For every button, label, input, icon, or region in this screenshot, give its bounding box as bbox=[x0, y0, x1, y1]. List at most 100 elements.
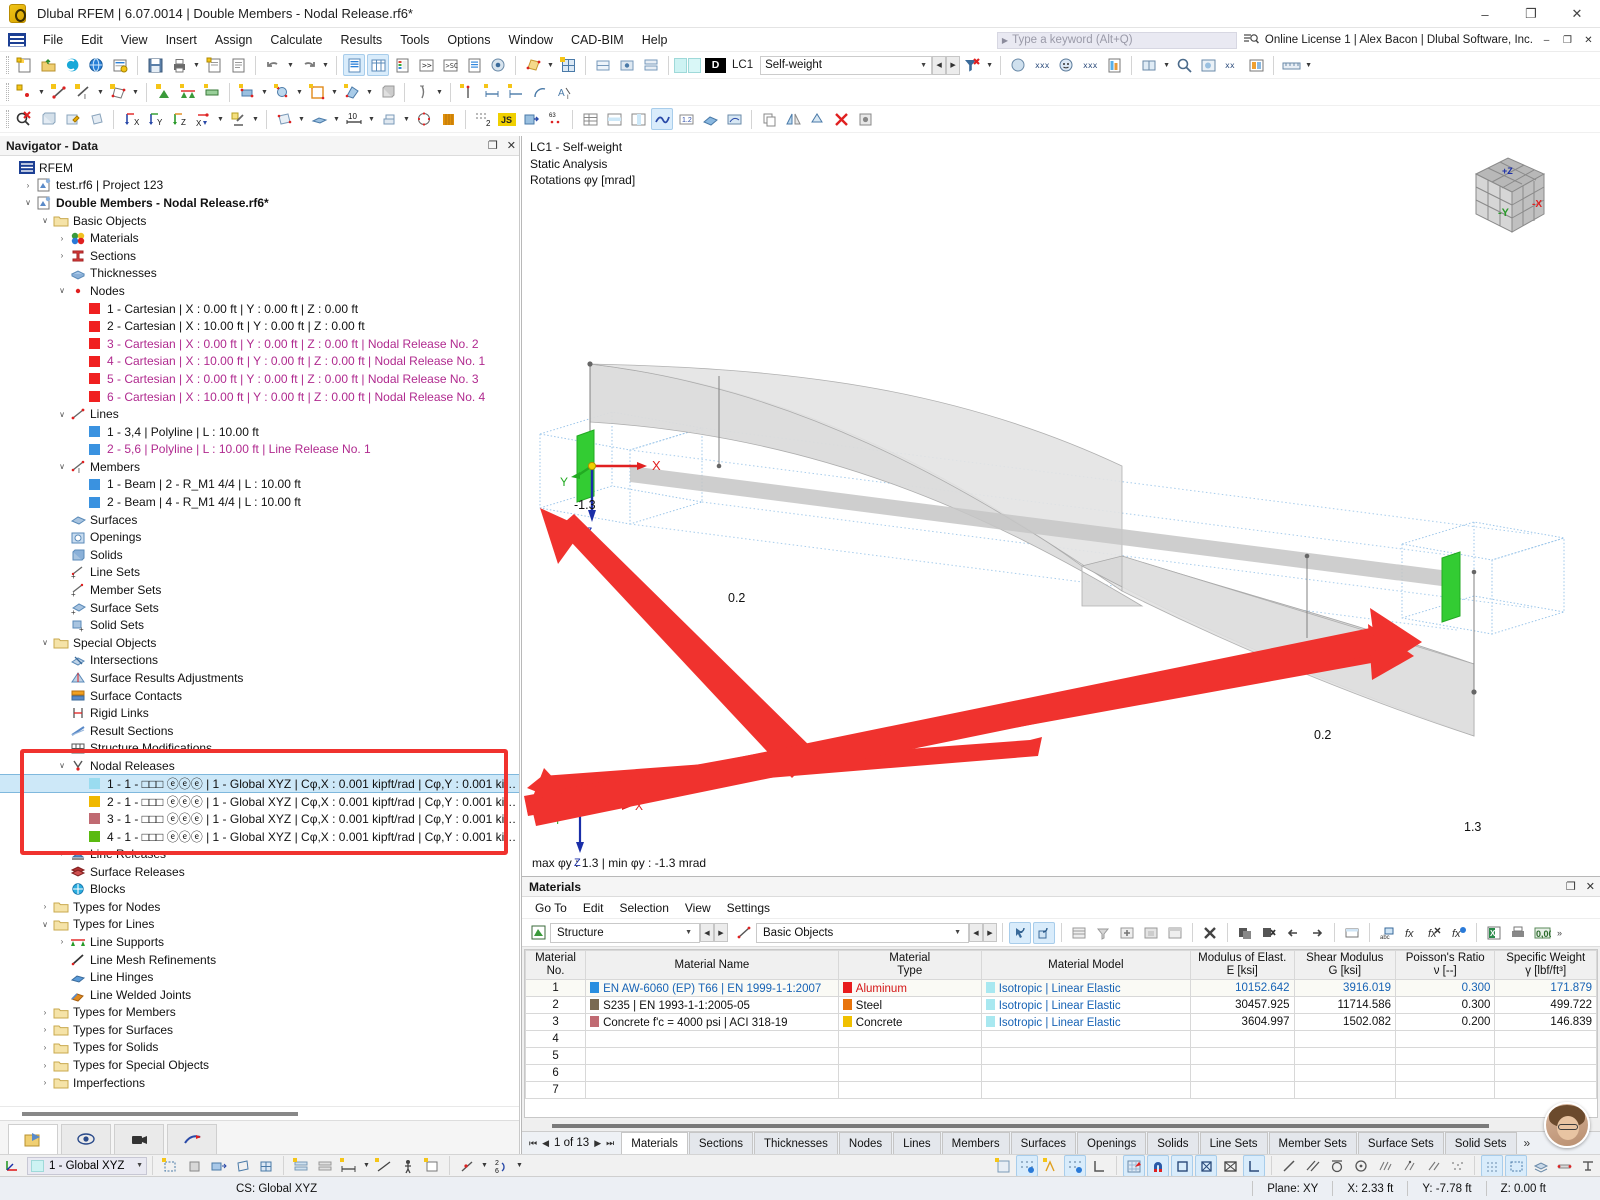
chevron-down-icon[interactable]: ▼ bbox=[191, 54, 202, 76]
snap-dropdown-icon[interactable]: ▼ bbox=[479, 1155, 490, 1177]
solid-object-icon[interactable] bbox=[376, 81, 398, 103]
cell-material-model[interactable]: Isotropic | Linear Elastic bbox=[980, 1013, 1191, 1031]
grid-display-icon[interactable] bbox=[1016, 1154, 1038, 1177]
cell-material-name[interactable]: Concrete f'c = 4000 psi | ACI 318-19 bbox=[585, 1013, 839, 1031]
workplane-grid-icon[interactable] bbox=[255, 1155, 277, 1177]
tree-item[interactable]: · 2 - 1 - □□□ ⓔⓔⓔ | 1 - Global XYZ | Cφ,X… bbox=[0, 792, 519, 810]
user-avatar[interactable] bbox=[1544, 1102, 1590, 1148]
table-panel-float-button[interactable]: ❐ bbox=[1566, 880, 1576, 893]
cell-modulus-elast[interactable]: 30457.925 bbox=[1189, 996, 1295, 1014]
structure-combo[interactable]: Structure ▼ bbox=[550, 922, 700, 943]
rectangle-snap-icon[interactable] bbox=[1171, 1154, 1193, 1177]
cell-shear-modulus[interactable]: 1502.082 bbox=[1293, 1013, 1397, 1031]
cut-row-icon[interactable] bbox=[1258, 922, 1280, 944]
js-script-icon[interactable]: JS bbox=[496, 108, 518, 130]
model-viewport[interactable]: LC1 - Self-weight Static Analysis Rotati… bbox=[521, 136, 1600, 876]
delete-workplane-icon[interactable] bbox=[183, 1155, 205, 1177]
chevron-right-icon[interactable]: › bbox=[38, 1043, 52, 1052]
chevron-down-icon[interactable]: ∨ bbox=[38, 920, 52, 929]
search-input[interactable]: ▶ Type a keyword (Alt+Q) bbox=[996, 31, 1237, 49]
navigator-tab-views[interactable] bbox=[114, 1124, 164, 1154]
chevron-down-icon[interactable]: ∨ bbox=[55, 761, 69, 770]
chevron-down-icon[interactable]: ∨ bbox=[38, 216, 52, 225]
scale-dropdown-icon[interactable]: ▼ bbox=[366, 108, 377, 130]
rendering-type-icon[interactable] bbox=[273, 108, 295, 130]
navigator-float-button[interactable]: ❐ bbox=[488, 139, 498, 152]
tree-item[interactable]: · Line Mesh Refinements bbox=[0, 951, 519, 969]
new-surface-icon[interactable] bbox=[107, 81, 129, 103]
grid-snap-toggle-icon[interactable] bbox=[1123, 1154, 1145, 1177]
cell-material-no[interactable]: 1 bbox=[525, 979, 587, 997]
view-along-z-icon[interactable]: Z bbox=[168, 108, 190, 130]
table-tabs-overflow[interactable]: » bbox=[1518, 1132, 1537, 1154]
mesh-view-icon[interactable] bbox=[413, 108, 435, 130]
cell-poissons-ratio[interactable]: 0.300 bbox=[1395, 979, 1496, 997]
settings-gear-icon[interactable] bbox=[854, 108, 876, 130]
tree-item[interactable]: › Line Supports bbox=[0, 933, 519, 951]
tree-item[interactable]: · Rigid Links bbox=[0, 704, 519, 722]
cell-modulus-elast[interactable] bbox=[1189, 1081, 1295, 1099]
save-icon[interactable] bbox=[144, 54, 166, 76]
export-excel-icon[interactable]: X bbox=[1483, 922, 1505, 944]
chevron-down-icon[interactable]: ∨ bbox=[21, 198, 35, 207]
table-row[interactable]: 2 S235 | EN 1993-1-1:2005-05 Steel Isotropi… bbox=[525, 996, 1597, 1014]
menu-item-file[interactable]: File bbox=[34, 30, 72, 50]
delete-icon[interactable] bbox=[830, 108, 852, 130]
dim-aligned-icon[interactable] bbox=[373, 1155, 395, 1177]
col-modulus-elasticity[interactable]: Modulus of Elast. E [ksi] bbox=[1189, 950, 1295, 980]
cell-shear-modulus[interactable] bbox=[1293, 1030, 1397, 1048]
cell-shear-modulus[interactable] bbox=[1293, 1081, 1397, 1099]
tree-item[interactable]: · 4 - 1 - □□□ ⓔⓔⓔ | 1 - Global XYZ | Cφ,X… bbox=[0, 828, 519, 846]
cell-modulus-elast[interactable] bbox=[1189, 1047, 1295, 1065]
tree-item[interactable]: · 4 - Cartesian | X : 10.00 ft | Y : 0.00… bbox=[0, 353, 519, 371]
tree-item[interactable]: › Line Releases bbox=[0, 845, 519, 863]
menu-item-results[interactable]: Results bbox=[332, 30, 392, 50]
cell-material-no[interactable]: 2 bbox=[525, 996, 587, 1014]
edit-box-icon[interactable] bbox=[61, 108, 83, 130]
tree-item[interactable]: ·+ Member Sets bbox=[0, 581, 519, 599]
show-in-graphic-icon[interactable] bbox=[1033, 921, 1055, 944]
measure-ruler-icon[interactable] bbox=[1280, 54, 1302, 76]
magnet-snap-icon[interactable] bbox=[1147, 1154, 1169, 1177]
snap-line-icon[interactable] bbox=[1422, 1155, 1444, 1177]
plane-view-icon[interactable] bbox=[308, 108, 330, 130]
table-tab-solid-sets[interactable]: Solid Sets bbox=[1444, 1132, 1517, 1154]
snap-scatter-icon[interactable] bbox=[1446, 1155, 1468, 1177]
person-scale-icon[interactable] bbox=[397, 1155, 419, 1177]
chevron-right-icon[interactable]: › bbox=[38, 1078, 52, 1087]
copy-icon[interactable] bbox=[758, 108, 780, 130]
chevron-right-icon[interactable]: › bbox=[55, 251, 69, 260]
new-line-icon[interactable] bbox=[48, 81, 70, 103]
insert-row-icon[interactable] bbox=[1116, 922, 1138, 944]
snap-center-icon[interactable] bbox=[1350, 1155, 1372, 1177]
member-hinge-dropdown-icon[interactable]: ▼ bbox=[259, 81, 270, 103]
section-dropdown-icon[interactable]: ▼ bbox=[401, 108, 412, 130]
menu-item-tools[interactable]: Tools bbox=[391, 30, 438, 50]
chevron-right-icon[interactable]: › bbox=[38, 1025, 52, 1034]
render-mode-icon[interactable] bbox=[487, 54, 509, 76]
tree-item[interactable]: · 5 - Cartesian | X : 0.00 ft | Y : 0.00 … bbox=[0, 370, 519, 388]
coordinate-system-icon[interactable] bbox=[1, 1155, 23, 1177]
col-material-model[interactable]: Material Model bbox=[980, 950, 1191, 980]
print-preview-icon[interactable] bbox=[1245, 54, 1267, 76]
rendering-dropdown-icon[interactable]: ▼ bbox=[296, 108, 307, 130]
cell-material-type[interactable] bbox=[837, 1064, 982, 1082]
tree-item[interactable]: · 6 - Cartesian | X : 10.00 ft | Y : 0.00… bbox=[0, 388, 519, 406]
table-tab-surfaces[interactable]: Surfaces bbox=[1010, 1132, 1076, 1154]
menu-item-assign[interactable]: Assign bbox=[206, 30, 262, 50]
toolbar-grip[interactable] bbox=[6, 56, 9, 74]
table-tab-thicknesses[interactable]: Thicknesses bbox=[754, 1132, 838, 1154]
tree-item[interactable]: · Surface Contacts bbox=[0, 687, 519, 705]
tree-item[interactable]: ∨ Types for Lines bbox=[0, 916, 519, 934]
table-row[interactable]: 3 Concrete f'c = 4000 psi | ACI 318-19 Con… bbox=[525, 1013, 1597, 1031]
xxx-view-icon[interactable]: xx bbox=[1221, 54, 1243, 76]
panel-results-icon[interactable] bbox=[1103, 54, 1125, 76]
table-row[interactable]: 5 bbox=[525, 1047, 1597, 1065]
search-magnifier-icon[interactable] bbox=[1243, 32, 1259, 49]
col-poissons-ratio[interactable]: Poisson's Ratio ν [--] bbox=[1395, 950, 1496, 980]
move-left-icon[interactable] bbox=[1282, 922, 1304, 944]
beam-member-icon[interactable] bbox=[1553, 1155, 1575, 1177]
cell-material-no[interactable]: 3 bbox=[525, 1013, 587, 1031]
cell-shear-modulus[interactable]: 3916.019 bbox=[1293, 979, 1397, 997]
cell-specific-weight[interactable]: 146.839 bbox=[1494, 1013, 1597, 1031]
